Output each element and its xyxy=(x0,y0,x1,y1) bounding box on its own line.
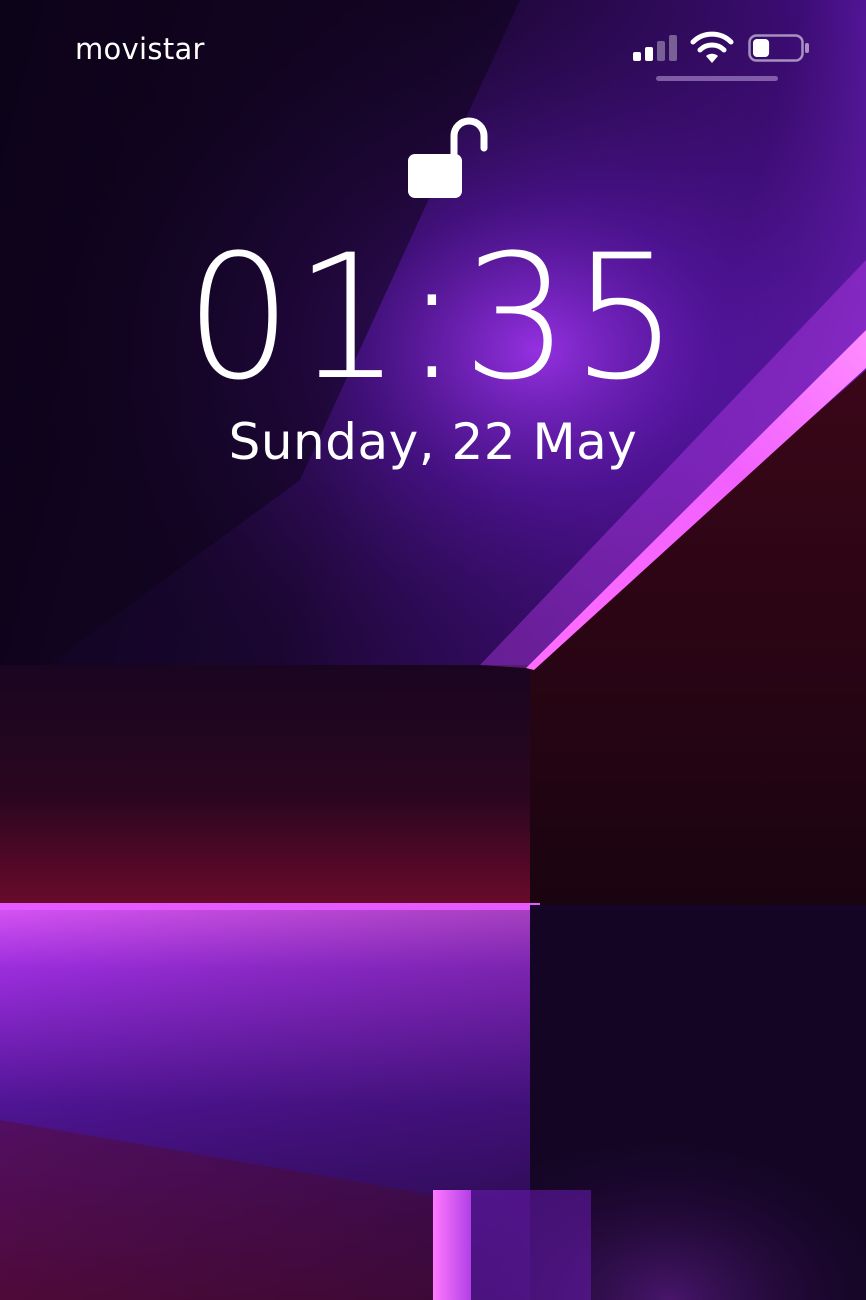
time-text: 01:35 xyxy=(185,217,681,418)
carrier-name: movistar xyxy=(75,32,205,66)
cellular-signal-icon xyxy=(633,35,677,61)
lock-screen-date[interactable]: Sunday, 22 May xyxy=(0,412,866,472)
notification-grabber[interactable] xyxy=(656,76,778,81)
status-bar: movistar xyxy=(0,0,866,90)
battery-icon xyxy=(748,34,809,62)
lock-screen: movistar 01:35 Sunday, 22 May xyxy=(0,0,866,1300)
lock-screen-time: 01:35 xyxy=(0,232,866,404)
unlocked-padlock-icon xyxy=(408,117,488,198)
wifi-icon xyxy=(690,31,734,63)
